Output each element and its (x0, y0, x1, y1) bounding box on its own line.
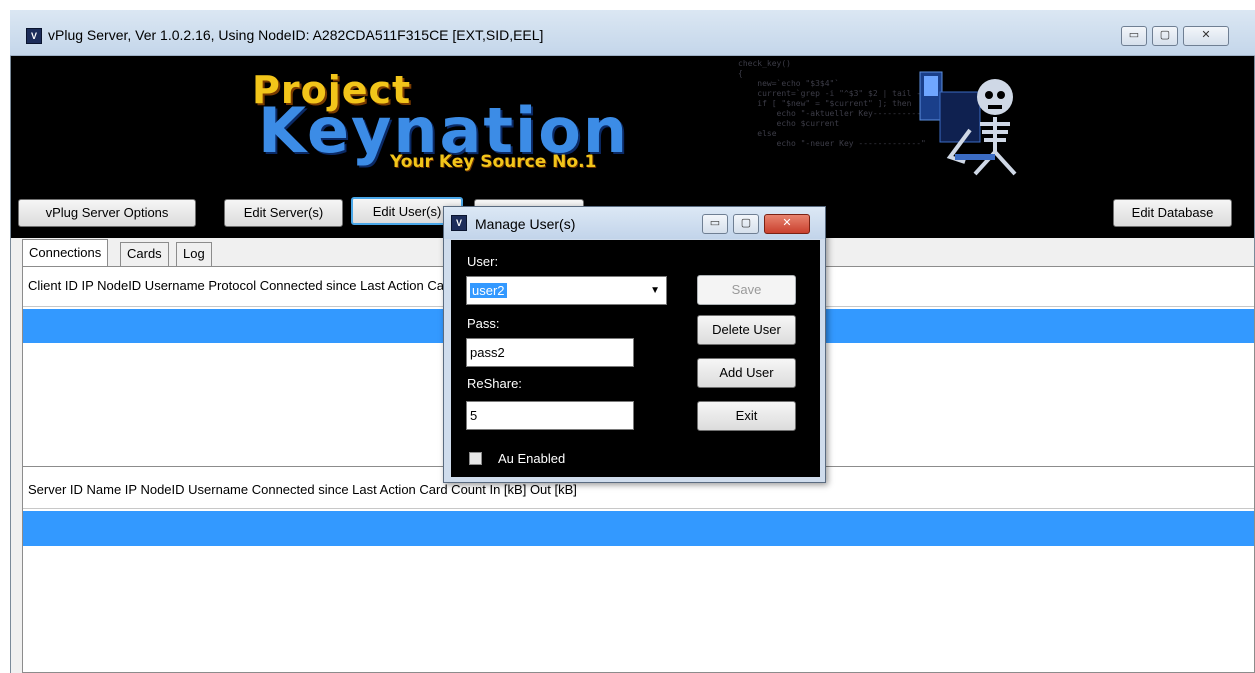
delete-user-button[interactable]: Delete User (697, 315, 796, 345)
reshare-field[interactable]: 5 (466, 401, 634, 430)
app-icon: V (26, 28, 42, 44)
dialog-minimize-button[interactable]: ▭ (702, 214, 728, 234)
servers-header-divider (23, 508, 1254, 509)
skeleton-hacker-icon (919, 71, 1017, 176)
dialog-maximize-button[interactable]: ▢ (733, 214, 759, 234)
user-select-value: user2 (470, 283, 507, 298)
dialog-title: Manage User(s) (475, 216, 576, 232)
vplug-server-options-button[interactable]: vPlug Server Options (18, 199, 196, 227)
dialog-close-button[interactable]: ✕ (764, 214, 810, 234)
servers-table-row[interactable] (23, 511, 1254, 546)
pass-label: Pass: (467, 316, 500, 331)
au-enabled-checkbox[interactable] (469, 452, 482, 465)
chevron-down-icon: ▼ (650, 285, 660, 296)
window-title: vPlug Server, Ver 1.0.2.16, Using NodeID… (48, 27, 544, 43)
tab-log[interactable]: Log (176, 242, 212, 266)
tab-cards[interactable]: Cards (120, 242, 169, 266)
edit-database-button[interactable]: Edit Database (1113, 199, 1232, 227)
pass-field[interactable]: pass2 (466, 338, 634, 367)
close-button[interactable]: ✕ (1183, 26, 1229, 46)
minimize-button[interactable]: ▭ (1121, 26, 1147, 46)
maximize-button[interactable]: ▢ (1152, 26, 1178, 46)
tab-connections[interactable]: Connections (22, 239, 109, 266)
user-select[interactable]: user2 ▼ (466, 276, 667, 305)
add-user-button[interactable]: Add User (697, 358, 796, 388)
banner (11, 56, 1254, 186)
au-enabled-label: Au Enabled (498, 451, 566, 466)
edit-servers-button[interactable]: Edit Server(s) (224, 199, 343, 227)
servers-table-header: Server ID Name IP NodeID Username Connec… (28, 482, 577, 497)
dialog-app-icon: V (451, 215, 467, 231)
reshare-label: ReShare: (467, 376, 522, 391)
exit-button[interactable]: Exit (697, 401, 796, 431)
save-button[interactable]: Save (697, 275, 796, 305)
user-label: User: (467, 254, 499, 269)
logo-tagline: Your Key Source No.1 (390, 152, 597, 172)
